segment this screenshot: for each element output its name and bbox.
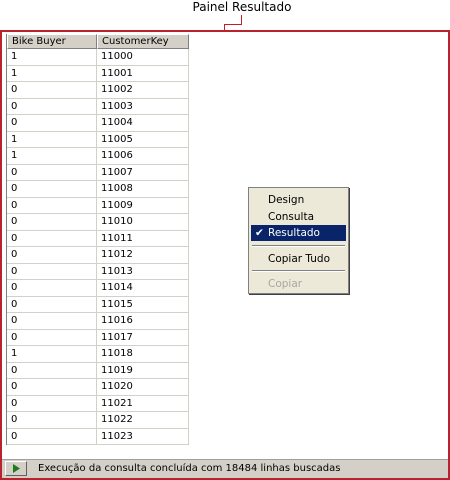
table-row[interactable]: 1 11005	[7, 131, 189, 148]
cell-customerkey[interactable]: 11012	[97, 247, 189, 264]
table-row[interactable]: 0 11004	[7, 115, 189, 132]
cell-bike-buyer[interactable]: 0	[7, 181, 97, 198]
menu-item-copiar[interactable]: Copiar	[251, 276, 346, 292]
menu-item-copiar-tudo[interactable]: Copiar Tudo	[251, 251, 346, 267]
cell-bike-buyer[interactable]: 0	[7, 115, 97, 132]
table-row[interactable]: 0 11015	[7, 296, 189, 313]
cell-bike-buyer[interactable]: 0	[7, 296, 97, 313]
cell-customerkey[interactable]: 11004	[97, 115, 189, 132]
menu-item-label: Consulta	[268, 211, 315, 223]
table-row[interactable]: 0 11010	[7, 214, 189, 231]
table-row[interactable]: 0 11016	[7, 313, 189, 330]
status-message: Execução da consulta concluída com 18484…	[38, 463, 341, 474]
menu-item-label: Design	[268, 194, 305, 206]
menu-item-consulta[interactable]: Consulta	[251, 209, 346, 225]
cell-customerkey[interactable]: 11006	[97, 148, 189, 165]
results-grid: Bike Buyer CustomerKey 1 11000 1 11001 0 1100…	[6, 34, 189, 445]
results-pane: Bike Buyer CustomerKey 1 11000 1 11001 0 1100…	[0, 30, 450, 480]
menu-item-label: Copiar	[268, 278, 303, 290]
table-row[interactable]: 0 11013	[7, 263, 189, 280]
cell-bike-buyer[interactable]: 1	[7, 148, 97, 165]
cell-customerkey[interactable]: 11009	[97, 197, 189, 214]
cell-bike-buyer[interactable]: 0	[7, 164, 97, 181]
cell-customerkey[interactable]: 11019	[97, 362, 189, 379]
cell-bike-buyer[interactable]: 0	[7, 379, 97, 396]
column-header-bike-buyer[interactable]: Bike Buyer	[7, 34, 97, 49]
menu-item-label: Copiar Tudo	[268, 253, 330, 265]
cell-customerkey[interactable]: 11000	[97, 49, 189, 66]
table-row[interactable]: 0 11014	[7, 280, 189, 297]
table-row[interactable]: 0 11007	[7, 164, 189, 181]
cell-bike-buyer[interactable]: 0	[7, 412, 97, 429]
cell-bike-buyer[interactable]: 0	[7, 329, 97, 346]
table-row[interactable]: 1 11000	[7, 49, 189, 66]
cell-customerkey[interactable]: 11007	[97, 164, 189, 181]
cell-bike-buyer[interactable]: 1	[7, 49, 97, 66]
cell-customerkey[interactable]: 11023	[97, 428, 189, 445]
table-row[interactable]: 0 11003	[7, 98, 189, 115]
play-button[interactable]	[5, 461, 27, 476]
grid-header: Bike Buyer CustomerKey	[7, 34, 189, 49]
table-row[interactable]: 1 11001	[7, 65, 189, 82]
cell-bike-buyer[interactable]: 0	[7, 247, 97, 264]
cell-customerkey[interactable]: 11011	[97, 230, 189, 247]
table-row[interactable]: 0 11009	[7, 197, 189, 214]
cell-bike-buyer[interactable]: 0	[7, 428, 97, 445]
cell-customerkey[interactable]: 11014	[97, 280, 189, 297]
cell-bike-buyer[interactable]: 0	[7, 362, 97, 379]
cell-bike-buyer[interactable]: 1	[7, 65, 97, 82]
cell-customerkey[interactable]: 11016	[97, 313, 189, 330]
table-row[interactable]: 0 11023	[7, 428, 189, 445]
cell-bike-buyer[interactable]: 0	[7, 280, 97, 297]
menu-item-resultado[interactable]: ✔ Resultado	[251, 225, 346, 241]
cell-customerkey[interactable]: 11022	[97, 412, 189, 429]
cell-bike-buyer[interactable]: 0	[7, 395, 97, 412]
cell-customerkey[interactable]: 11010	[97, 214, 189, 231]
menu-item-design[interactable]: Design	[251, 192, 346, 208]
grid-body: 1 11000 1 11001 0 11002 0 11003 0 11004 1 11005 1 110…	[7, 49, 189, 445]
table-row[interactable]: 0 11019	[7, 362, 189, 379]
cell-customerkey[interactable]: 11021	[97, 395, 189, 412]
cell-customerkey[interactable]: 11013	[97, 263, 189, 280]
table-row[interactable]: 0 11008	[7, 181, 189, 198]
table-row[interactable]: 0 11002	[7, 82, 189, 99]
table-row[interactable]: 0 11011	[7, 230, 189, 247]
context-menu: Design Consulta ✔ Resultado Copiar Tudo …	[248, 187, 349, 294]
callout-connector-horizontal	[224, 24, 242, 25]
cell-customerkey[interactable]: 11018	[97, 346, 189, 363]
cell-bike-buyer[interactable]: 0	[7, 197, 97, 214]
cell-bike-buyer[interactable]: 1	[7, 131, 97, 148]
table-row[interactable]: 0 11012	[7, 247, 189, 264]
check-icon: ✔	[255, 227, 264, 239]
table-row[interactable]: 0 11022	[7, 412, 189, 429]
menu-item-label: Resultado	[268, 227, 320, 239]
cell-customerkey[interactable]: 11017	[97, 329, 189, 346]
cell-bike-buyer[interactable]: 0	[7, 230, 97, 247]
cell-bike-buyer[interactable]: 0	[7, 263, 97, 280]
cell-bike-buyer[interactable]: 0	[7, 82, 97, 99]
column-header-customerkey[interactable]: CustomerKey	[97, 34, 189, 49]
table-row[interactable]: 0 11021	[7, 395, 189, 412]
table-row[interactable]: 1 11018	[7, 346, 189, 363]
play-icon	[13, 464, 20, 473]
menu-separator	[252, 245, 345, 247]
menu-separator	[252, 270, 345, 272]
callout-label: Painel Resultado	[192, 0, 292, 14]
table-row[interactable]: 1 11006	[7, 148, 189, 165]
cell-customerkey[interactable]: 11015	[97, 296, 189, 313]
cell-customerkey[interactable]: 11001	[97, 65, 189, 82]
cell-customerkey[interactable]: 11002	[97, 82, 189, 99]
cell-customerkey[interactable]: 11020	[97, 379, 189, 396]
cell-customerkey[interactable]: 11003	[97, 98, 189, 115]
cell-bike-buyer[interactable]: 0	[7, 214, 97, 231]
cell-customerkey[interactable]: 11005	[97, 131, 189, 148]
status-bar: Execução da consulta concluída com 18484…	[2, 459, 448, 478]
cell-customerkey[interactable]: 11008	[97, 181, 189, 198]
cell-bike-buyer[interactable]: 0	[7, 313, 97, 330]
table-row[interactable]: 0 11020	[7, 379, 189, 396]
table-row[interactable]: 0 11017	[7, 329, 189, 346]
cell-bike-buyer[interactable]: 1	[7, 346, 97, 363]
cell-bike-buyer[interactable]: 0	[7, 98, 97, 115]
